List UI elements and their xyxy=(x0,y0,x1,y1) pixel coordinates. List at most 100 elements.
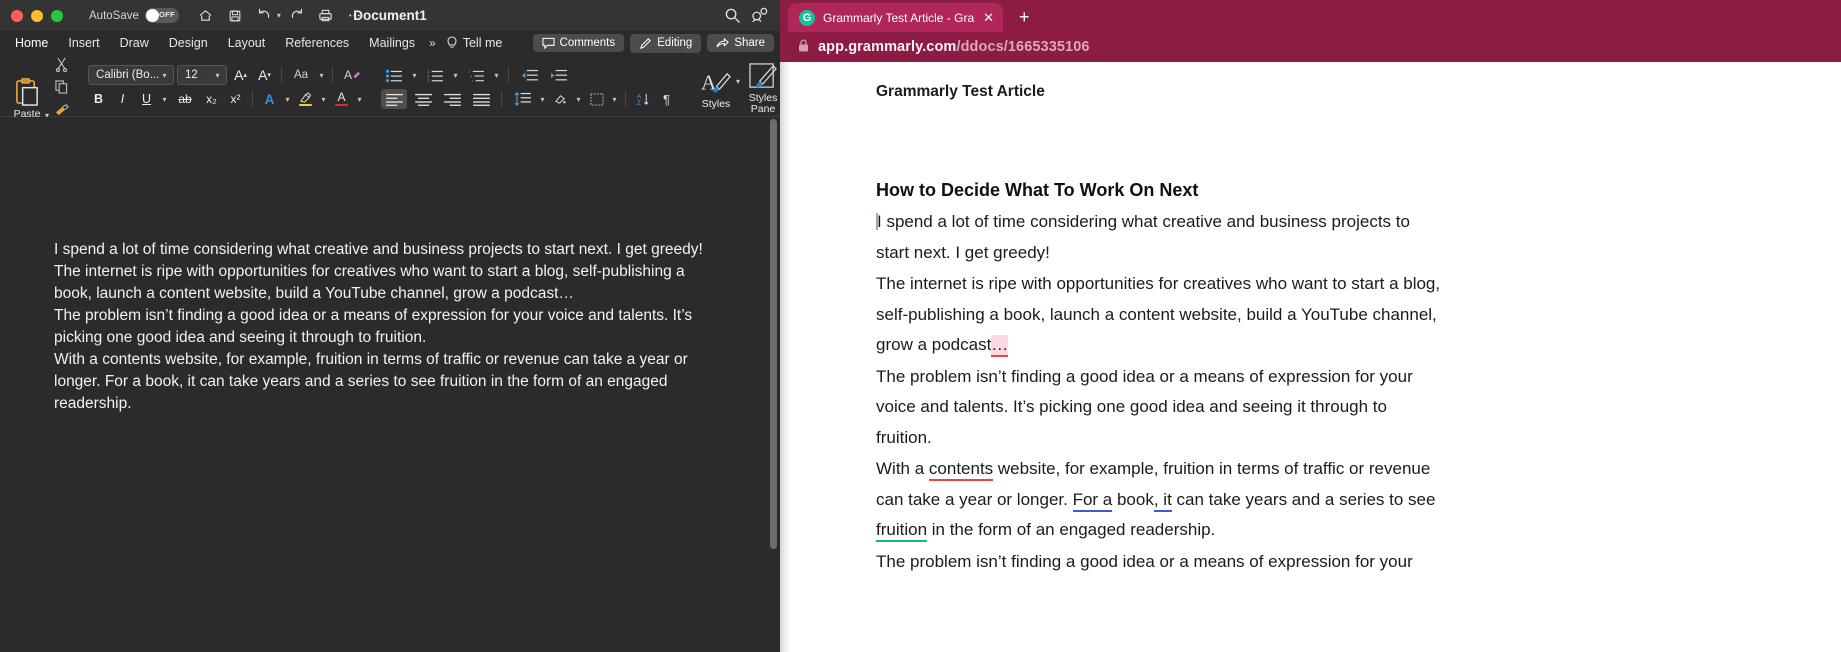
search-icon[interactable] xyxy=(724,7,741,24)
tab-layout[interactable]: Layout xyxy=(218,32,276,54)
editing-mode-button[interactable]: Editing xyxy=(630,34,701,53)
line-spacing-button[interactable] xyxy=(509,89,535,109)
word-paragraph-3[interactable]: The problem isn’t finding a good idea or… xyxy=(54,305,726,349)
paste-button[interactable]: Paste xyxy=(6,78,48,120)
grammarly-issue-fruition[interactable]: fruition xyxy=(876,520,927,542)
text-effects-button[interactable]: A xyxy=(259,89,280,109)
word-scrollbar-thumb[interactable] xyxy=(770,119,777,549)
show-formatting-marks-button[interactable]: ¶ xyxy=(656,89,677,109)
italic-button[interactable]: I xyxy=(112,89,133,109)
highlight-chevron-down-icon[interactable]: ▾ xyxy=(319,95,328,104)
shading-button[interactable] xyxy=(550,89,571,109)
sort-button[interactable]: AZ xyxy=(632,89,653,109)
grow-font-button[interactable]: A▴ xyxy=(230,65,251,85)
share-button[interactable]: Share xyxy=(707,34,774,52)
align-left-button[interactable] xyxy=(381,89,407,109)
copy-icon[interactable] xyxy=(51,77,72,97)
grammarly-issue-contents[interactable]: contents xyxy=(929,459,993,481)
print-icon[interactable] xyxy=(313,4,339,28)
font-color-button[interactable]: A xyxy=(331,89,352,109)
multilevel-chevron-down-icon[interactable]: ▾ xyxy=(492,71,501,80)
bold-button[interactable]: B xyxy=(88,89,109,109)
tabs-overflow-icon[interactable]: » xyxy=(425,36,440,50)
autosave-toggle[interactable]: OFF xyxy=(145,8,179,23)
grammarly-body-text[interactable]: I spend a lot of time considering what c… xyxy=(876,207,1446,577)
justify-button[interactable] xyxy=(468,89,494,109)
browser-tab-active[interactable]: G Grammarly Test Article - Gram ✕ xyxy=(788,3,1003,32)
bullet-list-button[interactable] xyxy=(381,65,407,85)
maximize-window-button[interactable] xyxy=(51,10,63,22)
grammarly-paragraph-3[interactable]: The problem isn’t finding a good idea or… xyxy=(876,362,1446,454)
multilevel-list-button[interactable]: 1ai xyxy=(463,65,489,85)
tab-insert[interactable]: Insert xyxy=(58,32,109,54)
align-center-button[interactable] xyxy=(410,89,436,109)
grammarly-issue-ellipsis[interactable]: … xyxy=(991,335,1008,357)
more-icon[interactable] xyxy=(342,4,368,28)
url-text[interactable]: app.grammarly.com/ddocs/1665335106 xyxy=(818,39,1090,55)
align-right-button[interactable] xyxy=(439,89,465,109)
subscript-button[interactable]: x₂ xyxy=(201,89,222,109)
line-spacing-chevron-down-icon[interactable]: ▾ xyxy=(538,95,547,104)
underline-button[interactable]: U xyxy=(136,89,157,109)
underline-chevron-down-icon[interactable]: ▾ xyxy=(160,95,169,104)
tab-references[interactable]: References xyxy=(275,32,359,54)
collaborators-icon[interactable] xyxy=(751,7,770,24)
font-size-select[interactable]: 12 ▾ xyxy=(177,65,227,85)
minimize-window-button[interactable] xyxy=(31,10,43,22)
highlight-color-button[interactable] xyxy=(295,89,316,109)
grammarly-paragraph-2[interactable]: The internet is ripe with opportunities … xyxy=(876,269,1446,361)
close-window-button[interactable] xyxy=(11,10,23,22)
numbered-list-button[interactable]: 123 xyxy=(422,65,448,85)
browser-urlbar[interactable]: app.grammarly.com/ddocs/1665335106 xyxy=(780,32,1841,62)
word-document-text[interactable]: I spend a lot of time considering what c… xyxy=(54,239,726,415)
autosave-control[interactable]: AutoSave OFF xyxy=(89,8,179,23)
cut-icon[interactable] xyxy=(51,54,72,74)
font-color-chevron-down-icon[interactable]: ▾ xyxy=(355,95,364,104)
increase-indent-button[interactable] xyxy=(545,65,571,85)
grammarly-heading[interactable]: How to Decide What To Work On Next xyxy=(876,180,1841,201)
strikethrough-button[interactable]: ab xyxy=(172,89,198,109)
change-case-button[interactable]: Aa xyxy=(288,65,314,85)
grammarly-issue-for-a[interactable]: For a xyxy=(1073,490,1113,512)
plus-icon[interactable]: + xyxy=(1019,7,1030,28)
borders-chevron-down-icon[interactable]: ▾ xyxy=(610,95,619,104)
redo-icon[interactable] xyxy=(284,4,310,28)
clear-formatting-button[interactable]: A xyxy=(339,65,365,85)
grammarly-paragraph-1[interactable]: I spend a lot of time considering what c… xyxy=(876,207,1446,268)
window-traffic-lights[interactable] xyxy=(11,10,63,22)
change-case-chevron-down-icon[interactable]: ▾ xyxy=(317,71,326,80)
font-name-select[interactable]: Calibri (Bo... ▾ xyxy=(88,65,174,85)
word-page[interactable]: I spend a lot of time considering what c… xyxy=(0,117,768,652)
grammarly-issue-it[interactable]: , it xyxy=(1154,490,1172,512)
grammarly-editor-page[interactable]: Grammarly Test Article How to Decide Wha… xyxy=(780,62,1841,652)
word-document-area[interactable]: I spend a lot of time considering what c… xyxy=(0,117,780,652)
shrink-font-button[interactable]: A▾ xyxy=(254,65,275,85)
tab-mailings[interactable]: Mailings xyxy=(359,32,425,54)
tab-design[interactable]: Design xyxy=(159,32,218,54)
word-paragraph-4[interactable]: With a contents website, for example, fr… xyxy=(54,349,726,415)
decrease-indent-button[interactable] xyxy=(516,65,542,85)
grammarly-paragraph-4[interactable]: With a contents website, for example, fr… xyxy=(876,454,1446,546)
grammarly-paragraph-5-partial[interactable]: The problem isn’t finding a good idea or… xyxy=(876,547,1446,578)
undo-chevron-down-icon[interactable]: ▾ xyxy=(277,11,281,20)
word-paragraph-2[interactable]: The internet is ripe with opportunities … xyxy=(54,261,726,305)
tab-draw[interactable]: Draw xyxy=(110,32,159,54)
tell-me-search[interactable]: Tell me xyxy=(440,36,503,50)
tab-home[interactable]: Home xyxy=(5,32,58,54)
borders-button[interactable] xyxy=(586,89,607,109)
styles-button[interactable]: A Styles xyxy=(693,58,739,116)
home-icon[interactable] xyxy=(193,4,219,28)
styles-pane-button[interactable]: Styles Pane xyxy=(740,58,780,116)
text-effects-chevron-down-icon[interactable]: ▾ xyxy=(283,95,292,104)
undo-icon[interactable] xyxy=(251,4,277,28)
word-vertical-scrollbar[interactable] xyxy=(769,119,778,650)
word-paragraph-1[interactable]: I spend a lot of time considering what c… xyxy=(54,239,726,261)
shading-chevron-down-icon[interactable]: ▾ xyxy=(574,95,583,104)
save-icon[interactable] xyxy=(222,4,248,28)
grammarly-doc-name[interactable]: Grammarly Test Article xyxy=(876,83,1841,101)
bullet-chevron-down-icon[interactable]: ▾ xyxy=(410,71,419,80)
comments-button[interactable]: Comments xyxy=(533,34,625,52)
close-icon[interactable]: ✕ xyxy=(983,10,994,26)
superscript-button[interactable]: x² xyxy=(225,89,246,109)
numbered-chevron-down-icon[interactable]: ▾ xyxy=(451,71,460,80)
